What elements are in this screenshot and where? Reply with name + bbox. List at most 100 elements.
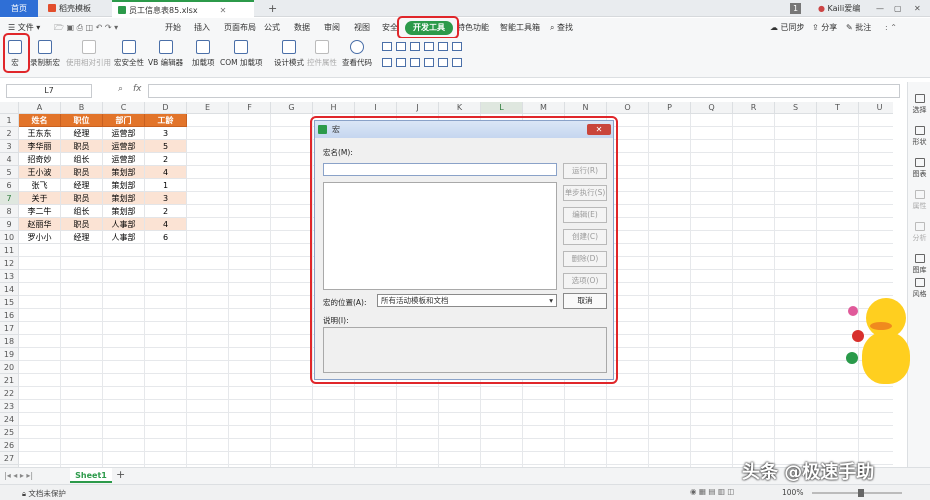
table-cell[interactable]: 5 (145, 140, 187, 153)
row-header-21[interactable]: 21 (0, 374, 19, 387)
tab-template[interactable]: 稻壳模板 (42, 0, 108, 17)
menu-insert[interactable]: 插入 (194, 21, 210, 35)
textbox-control-icon[interactable] (382, 58, 392, 67)
list-control-icon[interactable] (424, 42, 434, 51)
menu-special-features[interactable]: 特色功能 (457, 21, 489, 35)
select-all-corner[interactable] (0, 102, 19, 114)
table-cell[interactable]: 罗小小 (19, 231, 61, 244)
tab-workbook[interactable]: 员工信息表85.xlsx ✕ (112, 0, 254, 17)
vb-editor-button[interactable]: VB 编辑器 (148, 40, 183, 68)
document-protection-status[interactable]: 🔒︎ 文档未保护 (22, 488, 66, 499)
row-header-23[interactable]: 23 (0, 400, 19, 413)
table-cell[interactable]: 经理 (61, 127, 103, 140)
column-header-I[interactable]: I (355, 102, 397, 114)
column-header-C[interactable]: C (103, 102, 145, 114)
row-header-20[interactable]: 20 (0, 361, 19, 374)
sidebar-shape[interactable]: 形状 (910, 126, 929, 147)
table-cell[interactable]: 2 (145, 205, 187, 218)
sidebar-analysis[interactable]: 分析 (910, 222, 929, 243)
column-header-M[interactable]: M (523, 102, 565, 114)
column-header-N[interactable]: N (565, 102, 607, 114)
table-header-cell[interactable]: 部门 (103, 114, 145, 127)
zoom-slider[interactable] (812, 492, 902, 494)
macro-list[interactable] (323, 182, 557, 290)
sidebar-properties[interactable]: 属性 (910, 190, 929, 211)
relative-reference-button[interactable]: 使用相对引用 (66, 40, 111, 68)
widget-badge-icon[interactable] (848, 306, 858, 316)
button-control-icon[interactable] (396, 42, 406, 51)
table-cell[interactable]: 运营部 (103, 140, 145, 153)
column-header-G[interactable]: G (271, 102, 313, 114)
column-header-S[interactable]: S (775, 102, 817, 114)
table-header-cell[interactable]: 职位 (61, 114, 103, 127)
zoom-icon[interactable]: ⌕ (118, 84, 123, 94)
table-cell[interactable]: 职员 (61, 166, 103, 179)
table-cell[interactable]: 职员 (61, 192, 103, 205)
add-ins-button[interactable]: 加载项 (192, 40, 215, 68)
menu-page-layout[interactable]: 页面布局 (224, 21, 256, 35)
combo-control-icon[interactable] (410, 42, 420, 51)
menu-home[interactable]: 开始 (165, 21, 181, 35)
user-account[interactable]: ● Kaili爱编 (812, 0, 866, 17)
table-cell[interactable]: 关于 (19, 192, 61, 205)
fx-icon[interactable]: fx (133, 84, 142, 94)
column-header-R[interactable]: R (733, 102, 775, 114)
row-header-4[interactable]: 4 (0, 153, 19, 166)
option-control-icon[interactable] (438, 42, 448, 51)
menu-view[interactable]: 视图 (354, 21, 370, 35)
table-header-cell[interactable]: 姓名 (19, 114, 61, 127)
table-cell[interactable]: 职员 (61, 218, 103, 231)
table-cell[interactable]: 组长 (61, 153, 103, 166)
row-header-5[interactable]: 5 (0, 166, 19, 179)
add-sheet-button[interactable]: + (116, 468, 125, 481)
column-header-B[interactable]: B (61, 102, 103, 114)
row-header-26[interactable]: 26 (0, 439, 19, 452)
table-cell[interactable]: 张飞 (19, 179, 61, 192)
label-control-icon[interactable] (452, 42, 462, 51)
name-box[interactable]: L7 (6, 84, 92, 98)
table-cell[interactable]: 李华丽 (19, 140, 61, 153)
dialog-close-button[interactable]: ✕ (587, 124, 611, 135)
options-button[interactable]: 选项(O) (563, 273, 607, 289)
row-header-16[interactable]: 16 (0, 309, 19, 322)
frame-control-icon[interactable] (438, 58, 448, 67)
more-controls-icon[interactable] (452, 58, 462, 67)
column-header-A[interactable]: A (19, 102, 61, 114)
table-cell[interactable]: 赵丽华 (19, 218, 61, 231)
column-header-E[interactable]: E (187, 102, 229, 114)
column-header-Q[interactable]: Q (691, 102, 733, 114)
checkbox-control-icon[interactable] (382, 42, 392, 51)
row-header-17[interactable]: 17 (0, 322, 19, 335)
delete-button[interactable]: 删除(D) (563, 251, 607, 267)
table-cell[interactable]: 李二牛 (19, 205, 61, 218)
table-cell[interactable]: 王东东 (19, 127, 61, 140)
row-header-6[interactable]: 6 (0, 179, 19, 192)
row-header-24[interactable]: 24 (0, 413, 19, 426)
close-tab-icon[interactable]: ✕ (220, 6, 227, 15)
tab-home[interactable]: 首页 (0, 0, 38, 17)
table-cell[interactable]: 4 (145, 218, 187, 231)
cancel-button[interactable]: 取消 (563, 293, 607, 309)
close-window-icon[interactable]: ✕ (908, 0, 927, 17)
table-cell[interactable]: 4 (145, 166, 187, 179)
table-cell[interactable]: 3 (145, 127, 187, 140)
row-header-15[interactable]: 15 (0, 296, 19, 309)
row-header-11[interactable]: 11 (0, 244, 19, 257)
menu-smart-toolbox[interactable]: 智能工具箱 (500, 21, 540, 35)
table-cell[interactable]: 王小波 (19, 166, 61, 179)
table-cell[interactable]: 3 (145, 192, 187, 205)
sync-status[interactable]: ☁ 已同步 (770, 21, 805, 35)
zoom-level[interactable]: 100% (782, 488, 803, 497)
menu-data[interactable]: 数据 (294, 21, 310, 35)
table-cell[interactable]: 组长 (61, 205, 103, 218)
sidebar-chart[interactable]: 图表 (910, 158, 929, 179)
row-header-18[interactable]: 18 (0, 335, 19, 348)
column-header-D[interactable]: D (145, 102, 187, 114)
sheet-nav-arrows[interactable]: |◂ ◂ ▸ ▸| (4, 471, 33, 480)
column-header-L[interactable]: L (481, 102, 523, 114)
table-cell[interactable]: 运营部 (103, 127, 145, 140)
view-code-button[interactable]: 查看代码 (342, 40, 372, 68)
sidebar-style[interactable]: 风格 (910, 278, 929, 299)
zoom-slider-thumb[interactable] (858, 489, 864, 497)
row-header-2[interactable]: 2 (0, 127, 19, 140)
